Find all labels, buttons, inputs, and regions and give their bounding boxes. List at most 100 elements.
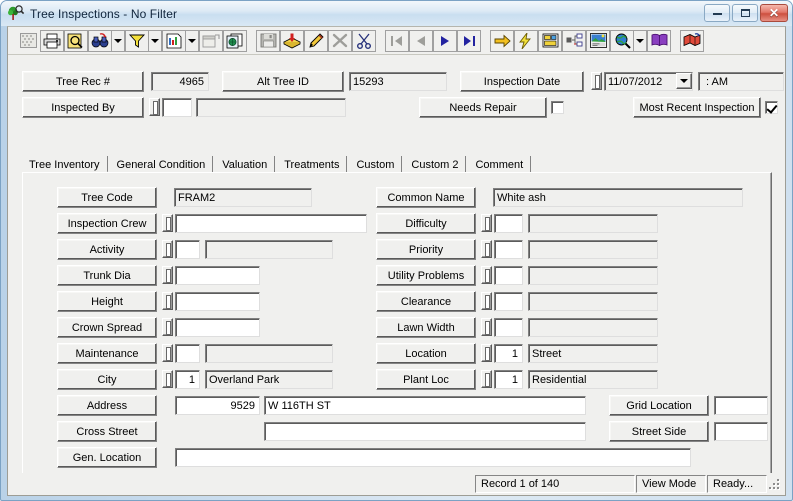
difficulty-code-field[interactable]	[494, 214, 523, 233]
print-button[interactable]	[40, 29, 64, 52]
previous-record-button[interactable]	[409, 29, 433, 52]
address-label[interactable]: Address	[57, 395, 157, 416]
location-code-field[interactable]: 1	[494, 344, 523, 363]
height-field[interactable]	[175, 292, 260, 311]
location-lookup[interactable]	[481, 344, 492, 362]
tree-code-field[interactable]: FRAM2	[174, 188, 312, 207]
grid-location-field[interactable]	[714, 396, 768, 415]
address-number-field[interactable]: 9529	[175, 396, 260, 415]
trunk-dia-field[interactable]	[175, 266, 260, 285]
lawn-width-value-field[interactable]	[528, 318, 658, 337]
plant-loc-label[interactable]: Plant Loc	[376, 369, 476, 390]
find-button[interactable]	[88, 29, 112, 52]
cut-button[interactable]	[352, 29, 376, 52]
street-side-label[interactable]: Street Side	[609, 421, 709, 442]
alt-tree-id-field[interactable]: 15293	[349, 72, 447, 91]
needs-repair-label[interactable]: Needs Repair	[419, 97, 547, 118]
maximize-button[interactable]	[732, 4, 758, 22]
tab-valuation[interactable]: Valuation	[215, 156, 276, 173]
tree-code-label[interactable]: Tree Code	[57, 187, 157, 208]
lawn-width-label[interactable]: Lawn Width	[376, 317, 476, 338]
print-preview-button[interactable]	[64, 29, 88, 52]
edit-record-button[interactable]	[304, 29, 328, 52]
filter-dropdown[interactable]	[149, 29, 162, 52]
location-value-field[interactable]: Street	[528, 344, 658, 363]
activity-lookup[interactable]	[162, 240, 173, 258]
duplicate-record-button[interactable]	[223, 29, 247, 52]
export-button[interactable]	[199, 29, 223, 52]
crown-spread-lookup[interactable]	[162, 318, 173, 336]
gis-button[interactable]	[680, 29, 704, 52]
location-label[interactable]: Location	[376, 343, 476, 364]
report-dropdown[interactable]	[186, 29, 199, 52]
inspected-by-label[interactable]: Inspected By	[22, 97, 144, 118]
inspection-date-lookup[interactable]	[591, 72, 602, 90]
gen-location-field[interactable]	[175, 448, 691, 467]
report-button[interactable]	[162, 29, 186, 52]
clearance-value-field[interactable]	[528, 292, 658, 311]
goto-button[interactable]	[490, 29, 514, 52]
inspection-date-label[interactable]: Inspection Date	[460, 71, 584, 92]
minimize-button[interactable]	[704, 4, 730, 22]
gen-location-label[interactable]: Gen. Location	[57, 447, 157, 468]
height-lookup[interactable]	[162, 292, 173, 310]
priority-lookup[interactable]	[481, 240, 492, 258]
height-label[interactable]: Height	[57, 291, 157, 312]
title-bar[interactable]: Tree Inspections - No Filter ✕	[1, 1, 792, 26]
trunk-dia-lookup[interactable]	[162, 266, 173, 284]
priority-label[interactable]: Priority	[376, 239, 476, 260]
utility-problems-lookup[interactable]	[481, 266, 492, 284]
resize-grip[interactable]	[768, 477, 782, 491]
plant-loc-lookup[interactable]	[481, 370, 492, 388]
activity-code-field[interactable]	[175, 240, 200, 259]
tab-general-condition[interactable]: General Condition	[109, 156, 214, 173]
photo-button[interactable]	[586, 29, 610, 52]
difficulty-lookup[interactable]	[481, 214, 492, 232]
lawn-width-lookup[interactable]	[481, 318, 492, 336]
inspected-by-value-field[interactable]	[196, 98, 346, 117]
tree-rec-label[interactable]: Tree Rec #	[22, 71, 144, 92]
map-dropdown[interactable]	[634, 29, 647, 52]
first-record-button[interactable]	[385, 29, 409, 52]
tab-tree-inventory[interactable]: Tree Inventory	[22, 156, 108, 173]
map-button[interactable]	[610, 29, 634, 52]
tree-structure-button[interactable]	[562, 29, 586, 52]
last-record-button[interactable]	[457, 29, 481, 52]
plant-loc-code-field[interactable]: 1	[494, 370, 523, 389]
common-name-label[interactable]: Common Name	[376, 187, 476, 208]
activity-value-field[interactable]	[205, 240, 333, 259]
difficulty-label[interactable]: Difficulty	[376, 213, 476, 234]
needs-repair-checkbox[interactable]	[551, 101, 564, 114]
city-label[interactable]: City	[57, 369, 157, 390]
tab-comment[interactable]: Comment	[468, 156, 532, 173]
alt-tree-id-label[interactable]: Alt Tree ID	[222, 71, 344, 92]
lawn-width-code-field[interactable]	[494, 318, 523, 337]
clearance-lookup[interactable]	[481, 292, 492, 310]
tab-custom[interactable]: Custom	[349, 156, 403, 173]
tab-custom-2[interactable]: Custom 2	[404, 156, 467, 173]
city-value-field[interactable]: Overland Park	[205, 370, 333, 389]
difficulty-value-field[interactable]	[528, 214, 658, 233]
grid-location-label[interactable]: Grid Location	[609, 395, 709, 416]
inspection-time-field[interactable]: : AM	[698, 72, 784, 91]
filter-button[interactable]	[125, 29, 149, 52]
layout-button[interactable]	[538, 29, 562, 52]
tree-rec-field[interactable]: 4965	[151, 72, 209, 91]
crown-spread-label[interactable]: Crown Spread	[57, 317, 157, 338]
cross-street-label[interactable]: Cross Street	[57, 421, 157, 442]
delete-record-button[interactable]	[328, 29, 352, 52]
maintenance-lookup[interactable]	[162, 344, 173, 362]
address-street-field[interactable]: W 116TH ST	[264, 396, 586, 415]
next-record-button[interactable]	[433, 29, 457, 52]
crown-spread-field[interactable]	[175, 318, 260, 337]
add-record-button[interactable]	[280, 29, 304, 52]
tab-treatments[interactable]: Treatments	[277, 156, 348, 173]
city-lookup[interactable]	[162, 370, 173, 388]
street-side-field[interactable]	[714, 422, 768, 441]
inspection-crew-lookup[interactable]	[162, 214, 173, 232]
quick-action-button[interactable]	[514, 29, 538, 52]
common-name-field[interactable]: White ash	[493, 188, 743, 207]
maintenance-code-field[interactable]	[175, 344, 200, 363]
clearance-label[interactable]: Clearance	[376, 291, 476, 312]
utility-problems-label[interactable]: Utility Problems	[376, 265, 476, 286]
